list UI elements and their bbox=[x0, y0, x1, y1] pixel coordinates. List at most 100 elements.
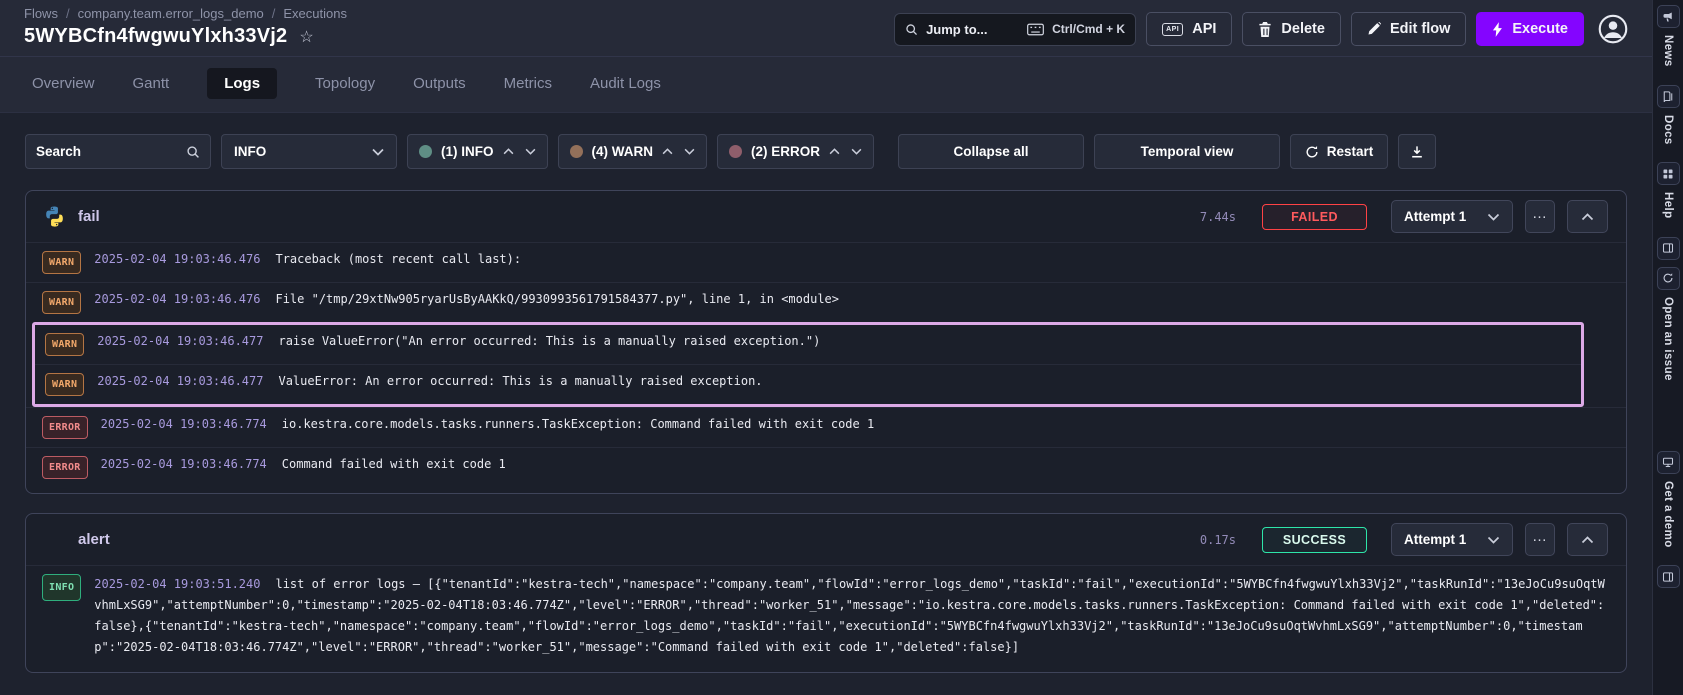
temporal-view-button[interactable]: Temporal view bbox=[1094, 134, 1280, 169]
error-count-chip[interactable]: (2) ERROR bbox=[717, 134, 874, 169]
log-message: Command failed with exit code 1 bbox=[282, 457, 506, 471]
log-row-highlighted[interactable]: WARN 2025-02-04 19:03:46.477raise ValueE… bbox=[35, 325, 1581, 364]
log-timestamp: 2025-02-04 19:03:46.476 bbox=[94, 252, 275, 266]
main-area: Flows / company.team.error_logs_demo / E… bbox=[0, 0, 1652, 695]
log-row[interactable]: INFO 2025-02-04 19:03:51.240list of erro… bbox=[26, 565, 1626, 672]
right-sidebar: News Docs Help Open an issue Get a demo bbox=[1652, 0, 1683, 695]
lightning-icon bbox=[1492, 22, 1503, 37]
log-message: Traceback (most recent call last): bbox=[275, 252, 521, 266]
task-log-panel-fail: fail 7.44s FAILED Attempt 1 … WARN 2025-… bbox=[25, 190, 1627, 494]
info-badge: INFO bbox=[42, 574, 81, 601]
task-name: alert bbox=[78, 531, 110, 548]
log-message: ValueError: An error occurred: This is a… bbox=[278, 374, 762, 388]
warn-badge: WARN bbox=[45, 373, 84, 396]
sidebar-item-help[interactable]: Help bbox=[1662, 192, 1674, 219]
breadcrumb-separator: / bbox=[272, 6, 276, 21]
header-left: Flows / company.team.error_logs_demo / E… bbox=[24, 6, 347, 48]
sidebar-item-news[interactable]: News bbox=[1662, 35, 1674, 67]
tab-outputs[interactable]: Outputs bbox=[413, 68, 466, 99]
more-options-button[interactable]: … bbox=[1525, 200, 1555, 233]
error-level-dot bbox=[729, 145, 742, 158]
tab-topology[interactable]: Topology bbox=[315, 68, 375, 99]
delete-button[interactable]: Delete bbox=[1242, 12, 1341, 46]
tab-overview[interactable]: Overview bbox=[32, 68, 95, 99]
log-timestamp: 2025-02-04 19:03:46.774 bbox=[101, 457, 282, 471]
tab-audit-logs[interactable]: Audit Logs bbox=[590, 68, 661, 99]
top-header: Flows / company.team.error_logs_demo / E… bbox=[0, 0, 1652, 56]
log-level-select[interactable]: INFO bbox=[221, 134, 397, 169]
chevron-down-icon[interactable] bbox=[851, 148, 862, 155]
jump-to-search[interactable]: Jump to... Ctrl/Cmd + K bbox=[894, 13, 1136, 46]
chevron-down-icon bbox=[1487, 536, 1500, 544]
open-issue-icon[interactable] bbox=[1657, 267, 1680, 290]
task-duration: 7.44s bbox=[1200, 210, 1236, 224]
info-count-chip[interactable]: (1) INFO bbox=[407, 134, 548, 169]
edit-flow-button[interactable]: Edit flow bbox=[1351, 12, 1466, 46]
log-row-highlighted[interactable]: WARN 2025-02-04 19:03:46.477ValueError: … bbox=[35, 364, 1581, 404]
chevron-down-icon bbox=[372, 148, 384, 156]
breadcrumb-executions[interactable]: Executions bbox=[283, 6, 347, 21]
status-badge-failed: FAILED bbox=[1262, 204, 1367, 230]
sidebar-item-open-an-issue[interactable]: Open an issue bbox=[1662, 297, 1674, 381]
panel-header-alert: alert 0.17s SUCCESS Attempt 1 … bbox=[26, 514, 1626, 565]
pencil-icon bbox=[1367, 22, 1381, 36]
log-row[interactable]: WARN 2025-02-04 19:03:46.476Traceback (m… bbox=[26, 242, 1626, 282]
attempt-select[interactable]: Attempt 1 bbox=[1391, 200, 1513, 233]
search-icon bbox=[905, 23, 918, 36]
collapse-panel-button[interactable] bbox=[1567, 200, 1608, 233]
tab-gantt[interactable]: Gantt bbox=[133, 68, 170, 99]
star-icon[interactable]: ☆ bbox=[299, 27, 313, 47]
panel-header-fail: fail 7.44s FAILED Attempt 1 … bbox=[26, 191, 1626, 242]
jump-to-label: Jump to... bbox=[926, 22, 987, 37]
user-avatar-icon[interactable] bbox=[1598, 14, 1628, 44]
sidebar-item-get-a-demo[interactable]: Get a demo bbox=[1662, 481, 1674, 548]
chevron-down-icon[interactable] bbox=[525, 148, 536, 155]
restart-button[interactable]: Restart bbox=[1290, 134, 1388, 169]
tab-metrics[interactable]: Metrics bbox=[504, 68, 552, 99]
sidebar-panel-icon[interactable] bbox=[1657, 237, 1680, 260]
log-row[interactable]: ERROR 2025-02-04 19:03:46.774Command fai… bbox=[26, 447, 1626, 493]
logs-content: INFO (1) INFO (4) WARN (2) ERROR bbox=[0, 113, 1652, 695]
demo-icon[interactable] bbox=[1657, 451, 1680, 474]
warn-count-chip[interactable]: (4) WARN bbox=[558, 134, 708, 169]
collapse-panel-button[interactable] bbox=[1567, 523, 1608, 556]
log-message: io.kestra.core.models.tasks.runners.Task… bbox=[282, 417, 874, 431]
status-badge-success: SUCCESS bbox=[1262, 527, 1367, 553]
api-icon: API bbox=[1162, 23, 1183, 36]
download-logs-button[interactable] bbox=[1398, 134, 1436, 169]
keyboard-icon bbox=[1027, 23, 1044, 36]
breadcrumb-separator: / bbox=[66, 6, 70, 21]
help-icon[interactable] bbox=[1657, 162, 1680, 185]
error-badge: ERROR bbox=[42, 456, 88, 479]
execution-tabs: Overview Gantt Logs Topology Outputs Met… bbox=[0, 56, 1652, 113]
api-button[interactable]: API API bbox=[1146, 12, 1232, 46]
attempt-select[interactable]: Attempt 1 bbox=[1391, 523, 1513, 556]
execute-button[interactable]: Execute bbox=[1476, 12, 1584, 46]
error-badge: ERROR bbox=[42, 416, 88, 439]
news-icon[interactable] bbox=[1657, 5, 1680, 28]
sidebar-panel-icon[interactable] bbox=[1657, 565, 1680, 588]
log-row[interactable]: WARN 2025-02-04 19:03:46.476File "/tmp/2… bbox=[26, 282, 1626, 322]
restart-icon bbox=[1305, 145, 1319, 159]
breadcrumb: Flows / company.team.error_logs_demo / E… bbox=[24, 6, 347, 21]
chevron-up-icon[interactable] bbox=[829, 148, 840, 155]
chevron-down-icon[interactable] bbox=[684, 148, 695, 155]
chevron-up-icon[interactable] bbox=[662, 148, 673, 155]
log-row[interactable]: ERROR 2025-02-04 19:03:46.774io.kestra.c… bbox=[26, 407, 1626, 447]
search-input[interactable] bbox=[36, 144, 186, 159]
breadcrumb-flows[interactable]: Flows bbox=[24, 6, 58, 21]
log-timestamp: 2025-02-04 19:03:46.477 bbox=[97, 374, 278, 388]
more-options-button[interactable]: … bbox=[1525, 523, 1555, 556]
header-actions: Jump to... Ctrl/Cmd + K API API Delete E… bbox=[894, 12, 1628, 46]
python-icon bbox=[42, 205, 66, 229]
breadcrumb-namespace[interactable]: company.team.error_logs_demo bbox=[78, 6, 264, 21]
chevron-down-icon bbox=[1487, 213, 1500, 221]
log-message: list of error logs — [{"tenantId":"kestr… bbox=[94, 577, 1605, 654]
docs-icon[interactable] bbox=[1657, 85, 1680, 108]
log-filters: INFO (1) INFO (4) WARN (2) ERROR bbox=[25, 134, 1627, 169]
chevron-up-icon[interactable] bbox=[503, 148, 514, 155]
sidebar-item-docs[interactable]: Docs bbox=[1662, 115, 1674, 145]
chevron-up-icon bbox=[1581, 213, 1594, 221]
collapse-all-button[interactable]: Collapse all bbox=[898, 134, 1084, 169]
tab-logs[interactable]: Logs bbox=[207, 68, 277, 99]
